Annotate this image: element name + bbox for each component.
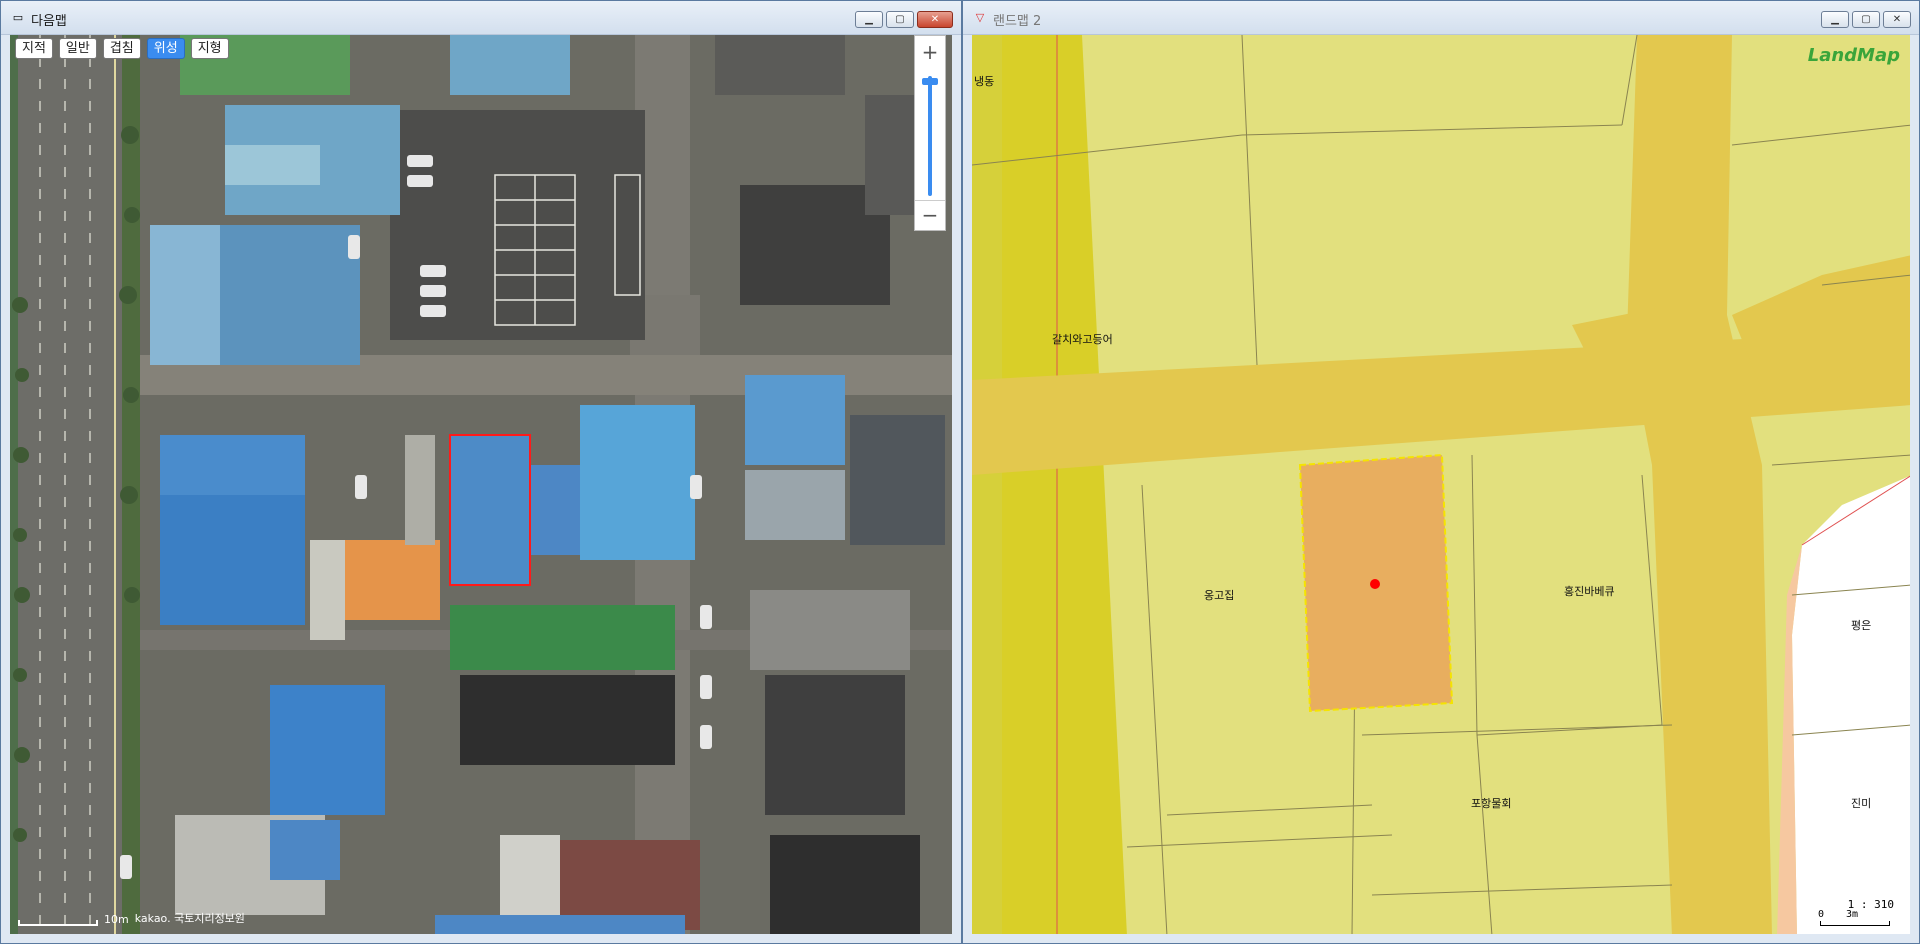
map-type-terrain[interactable]: 지형: [190, 38, 229, 59]
left-titlebar[interactable]: ▭ 다음맵 ▁ ▢ ✕: [1, 1, 961, 35]
zoom-control: + −: [914, 35, 946, 231]
parcel-label-pyeongeun: 평은: [1851, 619, 1872, 632]
parcel-label-pohang: 포항물회: [1471, 797, 1512, 810]
scale-bar: [1820, 921, 1890, 926]
zoom-in-button[interactable]: +: [915, 38, 945, 66]
maximize-button[interactable]: ▢: [1852, 11, 1880, 28]
map-type-general[interactable]: 일반: [58, 38, 97, 59]
parcel-label-galchi: 갈치와고등어: [1052, 333, 1113, 346]
parcel-label-top-left: 냉동: [974, 75, 995, 88]
zoom-slider-track[interactable]: [928, 76, 932, 196]
scale-zero: 0: [1818, 909, 1825, 920]
minimize-button[interactable]: ▁: [855, 11, 883, 28]
daum-map-window: ▭ 다음맵 ▁ ▢ ✕ 지적 일반 겹침 위성 지형 + − 10m kakao…: [0, 0, 962, 944]
parcel-label-onggojip: 옹고집: [1204, 589, 1235, 602]
maximize-button[interactable]: ▢: [886, 11, 914, 28]
cadastral-map-view[interactable]: LandMap 냉동 갈치와고등어 옹고집 홍진바베큐 평은 포항물회 진미 1…: [972, 35, 1910, 934]
close-button[interactable]: ✕: [917, 11, 953, 28]
app-icon: ▭: [12, 11, 24, 24]
minimize-button[interactable]: ▁: [1821, 11, 1849, 28]
satellite-imagery: [10, 35, 952, 934]
parcel-label-jinmi: 진미: [1851, 797, 1872, 810]
scale-distance: 3m: [1846, 909, 1859, 920]
satellite-map-view[interactable]: 지적 일반 겹침 위성 지형 + − 10m kakao. 국토지리정보원: [10, 35, 952, 934]
landmap-logo: LandMap: [1807, 45, 1900, 66]
landmap-app-icon: ▽: [975, 11, 985, 24]
zoom-slider-handle[interactable]: [922, 78, 938, 86]
window-title: 다음맵: [31, 14, 67, 29]
map-type-selector: 지적 일반 겹침 위성 지형: [15, 38, 229, 59]
map-scale: 10m kakao. 국토지리정보원: [18, 910, 245, 926]
map-type-overlay[interactable]: 겹침: [102, 38, 141, 59]
right-titlebar[interactable]: ▽ 랜드맵 2 ▁ ▢ ✕: [963, 1, 1919, 35]
zoom-out-button[interactable]: −: [915, 200, 945, 228]
close-button[interactable]: ✕: [1883, 11, 1911, 28]
map-type-cadastral[interactable]: 지적: [15, 38, 53, 59]
landmap-scale: 1 : 310 0 3m: [1818, 898, 1896, 928]
map-type-satellite[interactable]: 위성: [146, 38, 185, 59]
cadastral-map: [972, 35, 1910, 934]
map-attribution: kakao. 국토지리정보원: [134, 912, 245, 925]
scale-label: 10m: [104, 913, 129, 926]
landmap-window: ▽ 랜드맵 2 ▁ ▢ ✕ LandMap 냉동 갈치와고등어 옹고집 홍진바베…: [962, 0, 1920, 944]
scale-line: [18, 920, 98, 926]
window-title: 랜드맵 2: [993, 14, 1042, 29]
parcel-label-hongjin: 홍진바베큐: [1564, 585, 1615, 598]
